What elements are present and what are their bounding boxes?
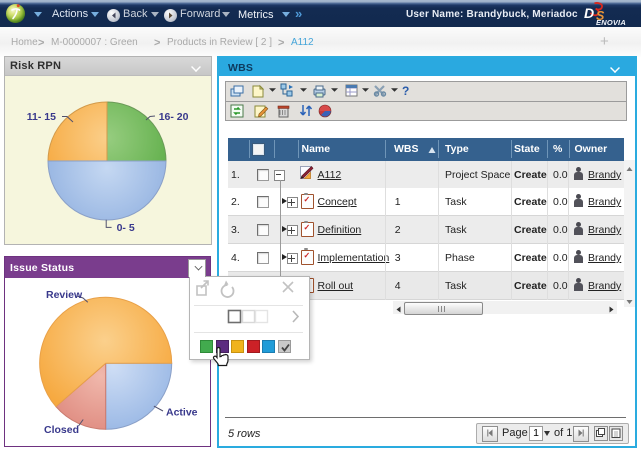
svg-text:D: D [584,5,594,21]
svg-text:11- 15: 11- 15 [27,111,56,123]
svg-text:ENOVIA: ENOVIA [596,18,626,26]
svg-text:16- 20: 16- 20 [159,111,189,123]
svg-text:?: ? [402,84,409,98]
svg-text:0- 5: 0- 5 [117,222,135,234]
svg-text:Closed: Closed [44,424,79,436]
svg-text:Review: Review [46,289,83,301]
svg-text:Active: Active [166,407,198,419]
